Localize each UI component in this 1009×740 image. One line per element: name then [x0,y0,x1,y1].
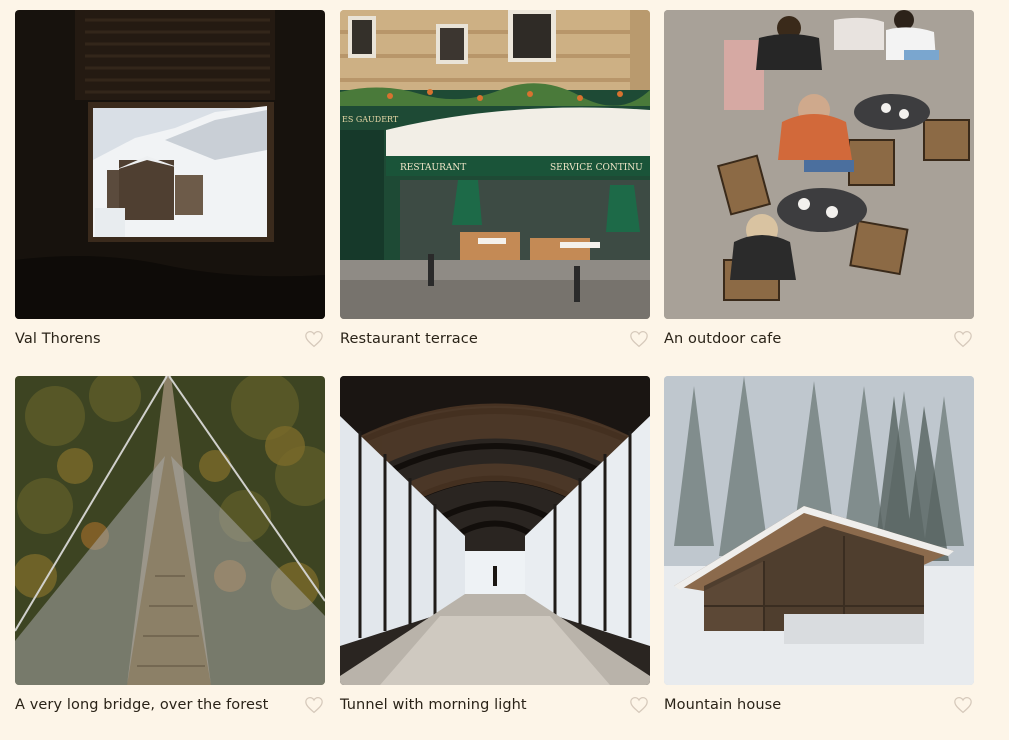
restaurant-sign-left: RESTAURANT [400,163,466,173]
heart-outline-icon[interactable] [304,330,324,348]
photo-mountain-house[interactable] [664,376,974,685]
photo-card[interactable]: Tunnel with morning light [340,376,650,714]
photo-val-thorens[interactable] [15,10,325,319]
heart-outline-icon[interactable] [953,330,973,348]
heart-outline-icon[interactable] [953,696,973,714]
photo-title: Tunnel with morning light [340,697,527,713]
photo-outdoor-cafe[interactable] [664,10,974,319]
photo-card[interactable]: Mountain house [664,376,974,714]
photo-card[interactable]: A very long bridge, over the forest [15,376,325,714]
restaurant-sign-right: SERVICE CONTINU [550,163,643,173]
photo-title: A very long bridge, over the forest [15,697,269,713]
photo-title: Restaurant terrace [340,331,478,347]
heart-outline-icon[interactable] [304,696,324,714]
photo-restaurant-terrace[interactable]: RESTAURANT SERVICE CONTINU ES GAUDERT [340,10,650,319]
photo-card[interactable]: Val Thorens [15,10,325,348]
heart-outline-icon[interactable] [629,330,649,348]
photo-card[interactable]: RESTAURANT SERVICE CONTINU ES GAUDERT Re… [340,10,650,348]
photo-long-bridge[interactable] [15,376,325,685]
photo-card[interactable]: An outdoor cafe [664,10,974,348]
photo-title: Mountain house [664,697,782,713]
heart-outline-icon[interactable] [629,696,649,714]
photo-title: Val Thorens [15,331,101,347]
photo-title: An outdoor cafe [664,331,782,347]
photo-tunnel[interactable] [340,376,650,685]
restaurant-name: ES GAUDERT [342,115,399,124]
